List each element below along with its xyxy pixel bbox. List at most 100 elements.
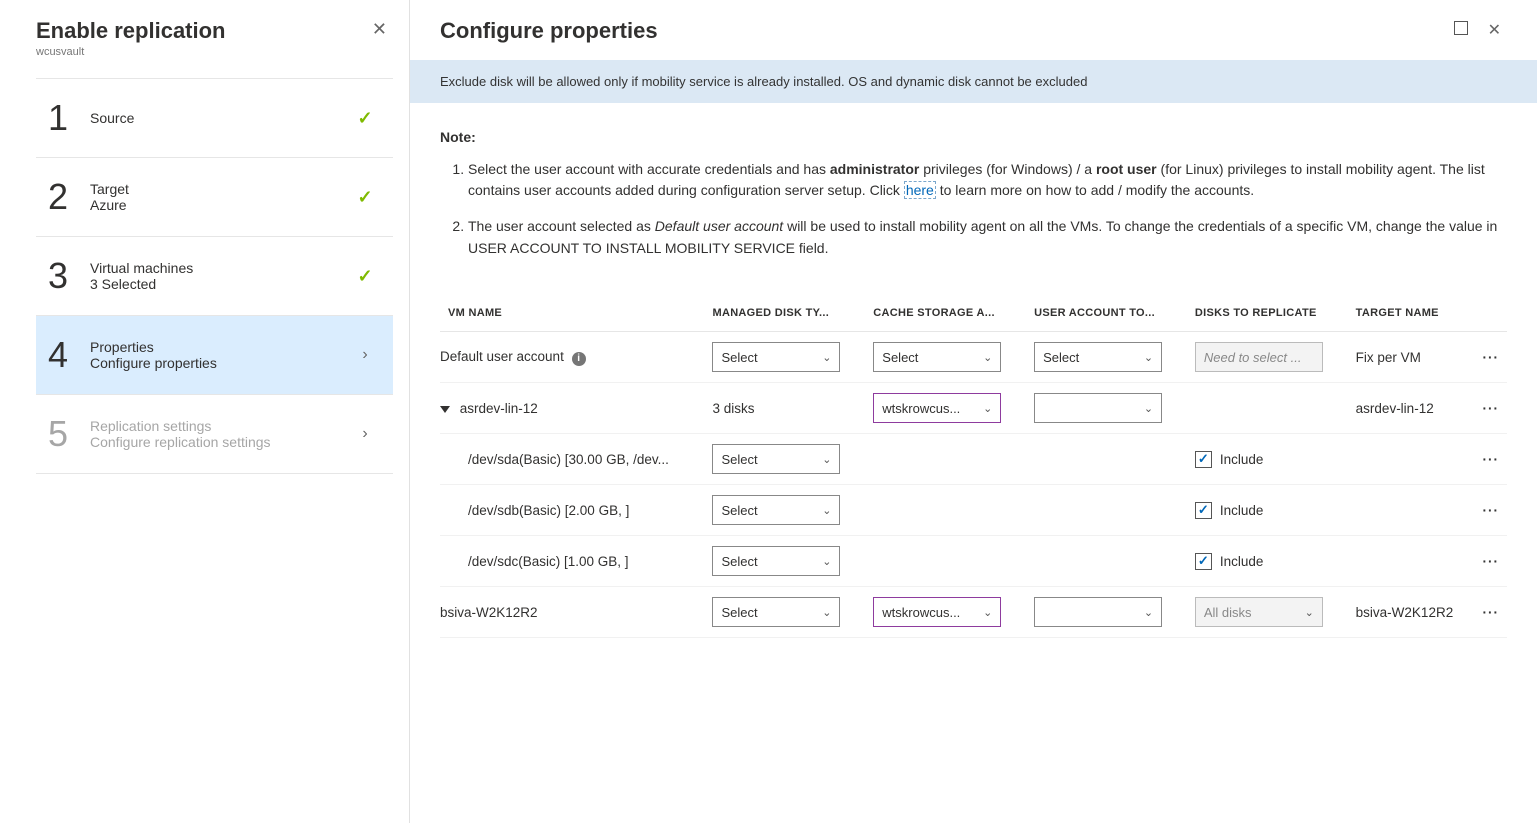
vm-name: asrdev-lin-12 [460,401,538,416]
maximize-icon[interactable] [1454,21,1468,35]
step-num: 2 [36,176,80,218]
more-actions-icon[interactable]: ··· [1483,401,1500,416]
step-label: Properties [90,339,347,355]
note-item-1: Select the user account with accurate cr… [468,159,1507,202]
more-actions-icon[interactable]: ··· [1483,503,1500,518]
default-user-label: Default user account [440,349,564,364]
include-checkbox[interactable]: ✓ Include [1195,502,1264,519]
note-block: Note: Select the user account with accur… [410,103,1537,283]
checkbox-icon: ✓ [1195,502,1212,519]
vm-properties-table: VM NAME MANAGED DISK TY... CACHE STORAGE… [440,289,1507,638]
note-italic: Default user account [655,218,783,234]
table-row-vm2: bsiva-W2K12R2 Select⌄ wtskrowcus... ⌄ ⌄ A… [440,587,1507,638]
col-user: USER ACCOUNT TO... [1026,289,1187,332]
note-text: privileges (for Windows) / a [919,161,1096,177]
disk-name: /dev/sdc(Basic) [1.00 GB, ] [440,554,696,569]
wizard-step-target[interactable]: 2 Target Azure ✓ [36,157,393,236]
step-desc: Configure replication settings [90,434,347,450]
check-icon: ✓ [357,108,372,128]
more-actions-icon[interactable]: ··· [1483,605,1500,620]
chevron-down-icon: ⌄ [1144,351,1153,364]
col-cache: CACHE STORAGE A... [865,289,1026,332]
info-icon[interactable]: i [572,352,586,366]
sidebar-subtitle: wcusvault [36,46,226,58]
include-checkbox[interactable]: ✓ Include [1195,451,1264,468]
disk-type-select[interactable]: Select⌄ [712,444,840,474]
select-placeholder: Need to select ... [1204,350,1302,365]
close-icon[interactable]: ✕ [366,18,393,40]
close-icon[interactable]: ✕ [1482,21,1507,41]
select-value: wtskrowcus... [882,605,960,620]
disk-type-select[interactable]: Select⌄ [712,597,840,627]
step-label: Source [90,110,347,126]
checkbox-label: Include [1220,452,1264,467]
select-value: All disks [1204,605,1252,620]
chevron-right-icon: › [362,425,367,442]
chevron-down-icon: ⌄ [1144,606,1153,619]
wizard-sidebar: Enable replication wcusvault ✕ 1 Source … [0,0,410,823]
check-icon: ✓ [357,266,372,286]
select-label: Select [882,350,918,365]
note-title: Note: [440,127,1507,149]
col-disks: DISKS TO REPLICATE [1187,289,1348,332]
user-account-select[interactable]: Select ⌄ [1034,342,1162,372]
col-target: TARGET NAME [1348,289,1475,332]
wizard-step-properties[interactable]: 4 Properties Configure properties › [36,315,393,394]
sidebar-title: Enable replication [36,18,226,44]
wizard-step-virtual-machines[interactable]: 3 Virtual machines 3 Selected ✓ [36,236,393,315]
chevron-down-icon: ⌄ [822,453,831,466]
chevron-down-icon: ⌄ [822,555,831,568]
more-actions-icon[interactable]: ··· [1483,350,1500,365]
chevron-down-icon: ⌄ [983,606,992,619]
disks-to-replicate-select: Need to select ... [1195,342,1323,372]
checkbox-icon: ✓ [1195,451,1212,468]
note-bold: root user [1096,161,1157,177]
user-account-select[interactable]: ⌄ [1034,597,1162,627]
select-label: Select [721,350,757,365]
col-disktype: MANAGED DISK TY... [704,289,865,332]
disks-to-replicate-select[interactable]: All disks⌄ [1195,597,1323,627]
include-checkbox[interactable]: ✓Include [1195,553,1264,570]
chevron-down-icon: ⌄ [1144,402,1153,415]
check-icon: ✓ [357,187,372,207]
page-title: Configure properties [440,18,658,44]
cache-storage-select[interactable]: Select ⌄ [873,342,1001,372]
select-label: Select [721,503,757,518]
wizard-step-source[interactable]: 1 Source ✓ [36,78,393,157]
disk-name: /dev/sdb(Basic) [2.00 GB, ] [440,503,696,518]
step-label: Replication settings [90,418,347,434]
select-label: Select [721,605,757,620]
table-row-vm1: asrdev-lin-12 3 disks wtskrowcus...⌄ ⌄ a… [440,383,1507,434]
table-row-disk: /dev/sdc(Basic) [1.00 GB, ] Select⌄ ✓Inc… [440,536,1507,587]
note-text: Select the user account with accurate cr… [468,161,830,177]
user-account-select[interactable]: ⌄ [1034,393,1162,423]
disk-type-select[interactable]: Select ⌄ [712,495,840,525]
vm-name: bsiva-W2K12R2 [440,587,704,638]
note-text: The user account selected as [468,218,655,234]
chevron-down-icon: ⌄ [822,504,831,517]
disk-type-select[interactable]: Select⌄ [712,546,840,576]
step-num: 1 [36,97,80,139]
learn-more-link[interactable]: here [904,181,936,199]
expand-icon[interactable] [440,406,450,413]
target-name: asrdev-lin-12 [1348,383,1475,434]
chevron-down-icon: ⌄ [983,351,992,364]
cache-storage-select[interactable]: wtskrowcus... ⌄ [873,597,1001,627]
chevron-down-icon: ⌄ [983,402,992,415]
note-item-2: The user account selected as Default use… [468,216,1507,259]
step-desc: Configure properties [90,355,347,371]
select-label: Select [1043,350,1079,365]
table-row-disk: /dev/sda(Basic) [30.00 GB, /dev... Selec… [440,434,1507,485]
chevron-down-icon: ⌄ [822,351,831,364]
table-row-default: Default user account i Select ⌄ Select ⌄ S… [440,332,1507,383]
more-actions-icon[interactable]: ··· [1483,554,1500,569]
wizard-steps: 1 Source ✓ 2 Target Azure ✓ 3 Virtual ma… [36,78,393,474]
table-row-disk: /dev/sdb(Basic) [2.00 GB, ] Select ⌄ ✓ Inc… [440,485,1507,536]
step-desc: 3 Selected [90,276,347,292]
cache-storage-select[interactable]: wtskrowcus...⌄ [873,393,1001,423]
checkbox-label: Include [1220,503,1264,518]
more-actions-icon[interactable]: ··· [1483,452,1500,467]
disk-type-select[interactable]: Select ⌄ [712,342,840,372]
col-vmname: VM NAME [440,289,704,332]
wizard-step-replication-settings: 5 Replication settings Configure replica… [36,394,393,474]
